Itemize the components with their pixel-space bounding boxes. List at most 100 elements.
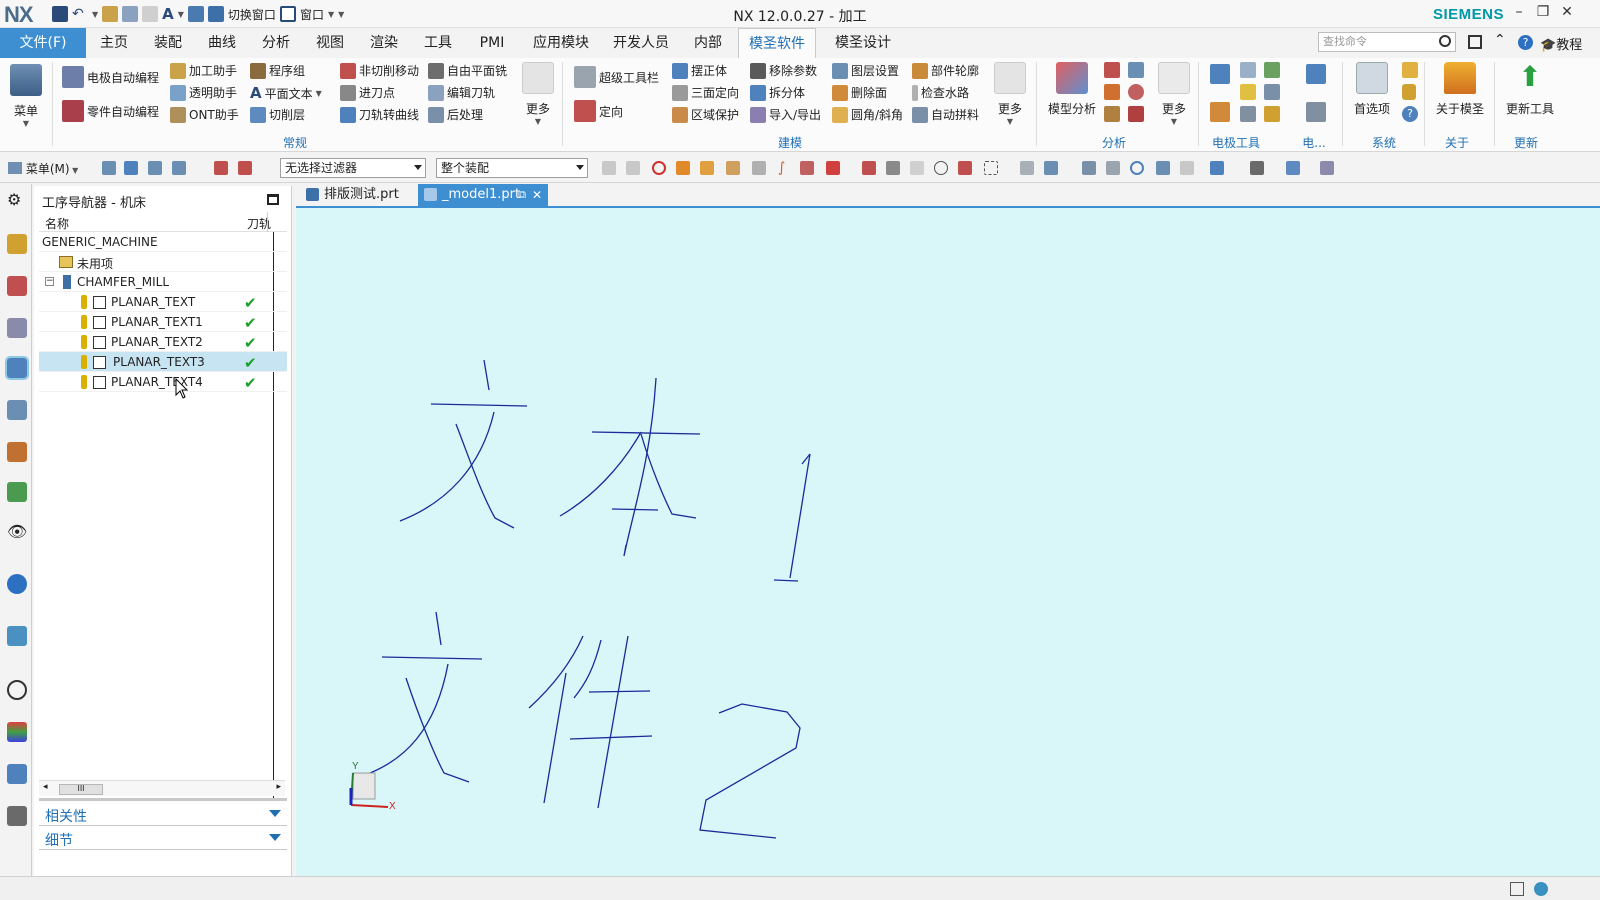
electrode-extra-icon[interactable] (1306, 64, 1326, 84)
view-icon[interactable] (1020, 161, 1034, 175)
tutorial-button[interactable]: 🎓教程 (1540, 34, 1582, 53)
view-icon[interactable] (1044, 161, 1058, 175)
tree-row-planar-text2[interactable]: PLANAR_TEXT2 ✔ (39, 332, 287, 352)
body-icon[interactable] (726, 161, 740, 175)
super-toolbar-button[interactable]: 超级工具栏 (574, 66, 659, 88)
tab-home[interactable]: 主页 (92, 28, 136, 58)
close-button[interactable]: ✕ (1556, 4, 1578, 20)
analysis-more-button[interactable]: 更多 ▼ (1156, 62, 1192, 126)
cut-level-button[interactable]: 切削层 (250, 106, 305, 123)
tab-analysis[interactable]: 分析 (254, 28, 298, 58)
menu-big-button[interactable]: 菜单 ▼ (6, 64, 46, 128)
reuse-library-icon[interactable] (7, 442, 27, 462)
clock-icon[interactable] (7, 680, 27, 700)
tree-row-chamfer-mill[interactable]: − CHAMFER_MILL (39, 272, 287, 292)
three-face-orient-button[interactable]: 三面定向 (672, 84, 739, 101)
edit-toolpath-button[interactable]: 编辑刀轨 (428, 84, 495, 101)
toolpath-to-curve-button[interactable]: 刀轨转曲线 (340, 106, 419, 123)
lock-icon[interactable] (1402, 84, 1416, 100)
fillet-chamfer-button[interactable]: 圆角/斜角 (832, 106, 903, 123)
snap-point-icon[interactable] (626, 161, 640, 175)
electrode-tool-icon[interactable] (1240, 84, 1256, 100)
planar-text-button[interactable]: A 平面文本 ▼ (250, 84, 322, 102)
tab-model1-prt[interactable]: _model1.prt ⧉ ✕ (418, 184, 548, 206)
about-mosheng-button[interactable]: 关于模圣 (1432, 62, 1488, 117)
assembly-navigator-icon[interactable] (7, 234, 27, 254)
point-icon[interactable] (910, 161, 924, 175)
model-analysis-button[interactable]: 模型分析 (1042, 62, 1102, 117)
general-more-button[interactable]: 更多 ▼ (520, 62, 556, 126)
collapse-icon[interactable]: − (45, 277, 54, 286)
snap-icon[interactable] (238, 161, 252, 175)
tree-row-generic-machine[interactable]: GENERIC_MACHINE (39, 232, 287, 252)
render-icon[interactable] (1320, 161, 1334, 175)
help-icon[interactable]: ? (1518, 35, 1533, 50)
tree-row-planar-text[interactable]: PLANAR_TEXT ✔ (39, 292, 287, 312)
web-browser-icon[interactable] (7, 626, 27, 646)
file-menu[interactable]: 文件(F) (0, 28, 86, 58)
machine-navigator-icon[interactable] (7, 400, 27, 420)
point-icon[interactable] (800, 161, 814, 175)
measure-icon[interactable] (1128, 62, 1144, 78)
delete-face-button[interactable]: 删除面 (832, 84, 887, 101)
auto-electrode-programming-button[interactable]: 电极自动编程 (62, 66, 159, 88)
electrode-tool-icon[interactable] (1264, 62, 1280, 78)
no-entry-icon[interactable] (652, 161, 666, 175)
view-icon[interactable] (1180, 161, 1194, 175)
dependencies-panel[interactable]: 相关性 (39, 804, 287, 826)
palette-icon[interactable] (7, 722, 27, 742)
tree-row-planar-text4[interactable]: PLANAR_TEXT4 ✔ (39, 372, 287, 392)
post-process-button[interactable]: 后处理 (428, 106, 483, 123)
box-check-icon[interactable] (1104, 106, 1120, 122)
transparent-assistant-button[interactable]: 透明助手 (170, 84, 237, 101)
system-tool-icon[interactable] (1402, 62, 1418, 78)
group-label-electrode-more[interactable]: 电... (1294, 134, 1334, 151)
assembly-scope-select[interactable]: 整个装配 (436, 158, 588, 178)
tree-row-planar-text1[interactable]: PLANAR_TEXT1 ✔ (39, 312, 287, 332)
navigator-horizontal-scrollbar[interactable]: ◂ III ▸ (39, 780, 285, 796)
part-outline-button[interactable]: 部件轮廓 (912, 62, 979, 79)
select-icon[interactable] (148, 161, 162, 175)
program-group-button[interactable]: 程序组 (250, 62, 305, 79)
electrode-tool-icon[interactable] (1240, 62, 1256, 78)
rotate-icon[interactable] (1130, 161, 1144, 175)
ont-assistant-button[interactable]: ONT助手 (170, 106, 239, 123)
region-protect-button[interactable]: 区域保护 (672, 106, 739, 123)
import-export-button[interactable]: 导入/导出 (750, 106, 821, 123)
tab-internal[interactable]: 内部 (686, 28, 730, 58)
constraint-navigator-icon[interactable] (7, 276, 27, 296)
color-check-icon[interactable] (1104, 84, 1120, 100)
weight-icon[interactable] (1104, 62, 1120, 78)
layer-settings-button[interactable]: 图层设置 (832, 62, 899, 79)
free-planar-mill-button[interactable]: 自由平面铣 (428, 62, 507, 79)
point-icon[interactable] (826, 161, 840, 175)
scroll-right-icon[interactable]: ▸ (276, 782, 281, 792)
snap-icon[interactable] (214, 161, 228, 175)
tab-pmi[interactable]: PMI (470, 28, 514, 58)
zoom-icon[interactable] (1106, 161, 1120, 175)
fullscreen-icon[interactable] (1468, 35, 1482, 49)
split-body-button[interactable]: 拆分体 (750, 84, 805, 101)
fit-icon[interactable] (1082, 161, 1096, 175)
render-icon[interactable] (1286, 161, 1300, 175)
eye-icon[interactable]: 👁 (7, 522, 27, 542)
update-tool-button[interactable]: ⬆ 更新工具 (1500, 62, 1560, 117)
angle-icon[interactable] (1128, 84, 1144, 100)
non-cutting-moves-button[interactable]: 非切削移动 (340, 62, 419, 79)
auto-stock-button[interactable]: 自动拼料 (912, 106, 979, 123)
circle-icon[interactable] (934, 161, 948, 175)
tab-mosheng-software[interactable]: 模圣软件 (738, 28, 816, 58)
robot-icon[interactable] (7, 806, 27, 826)
tab-tools[interactable]: 工具 (416, 28, 460, 58)
tab-layout-test-prt[interactable]: 排版测试.prt (300, 184, 416, 206)
straighten-body-button[interactable]: 摆正体 (672, 62, 727, 79)
collapse-ribbon-icon[interactable]: ⌃ (1494, 32, 1506, 48)
gear-icon[interactable]: ⚙ (7, 190, 27, 210)
remove-parameters-button[interactable]: 移除参数 (750, 62, 817, 79)
details-panel[interactable]: 细节 (39, 828, 287, 850)
select-icon[interactable] (102, 161, 116, 175)
maximize-icon[interactable] (267, 194, 279, 205)
close-tab-icon[interactable]: ✕ (532, 184, 542, 206)
minimize-button[interactable]: – (1508, 4, 1530, 20)
preferences-button[interactable]: 首选项 (1348, 62, 1396, 117)
